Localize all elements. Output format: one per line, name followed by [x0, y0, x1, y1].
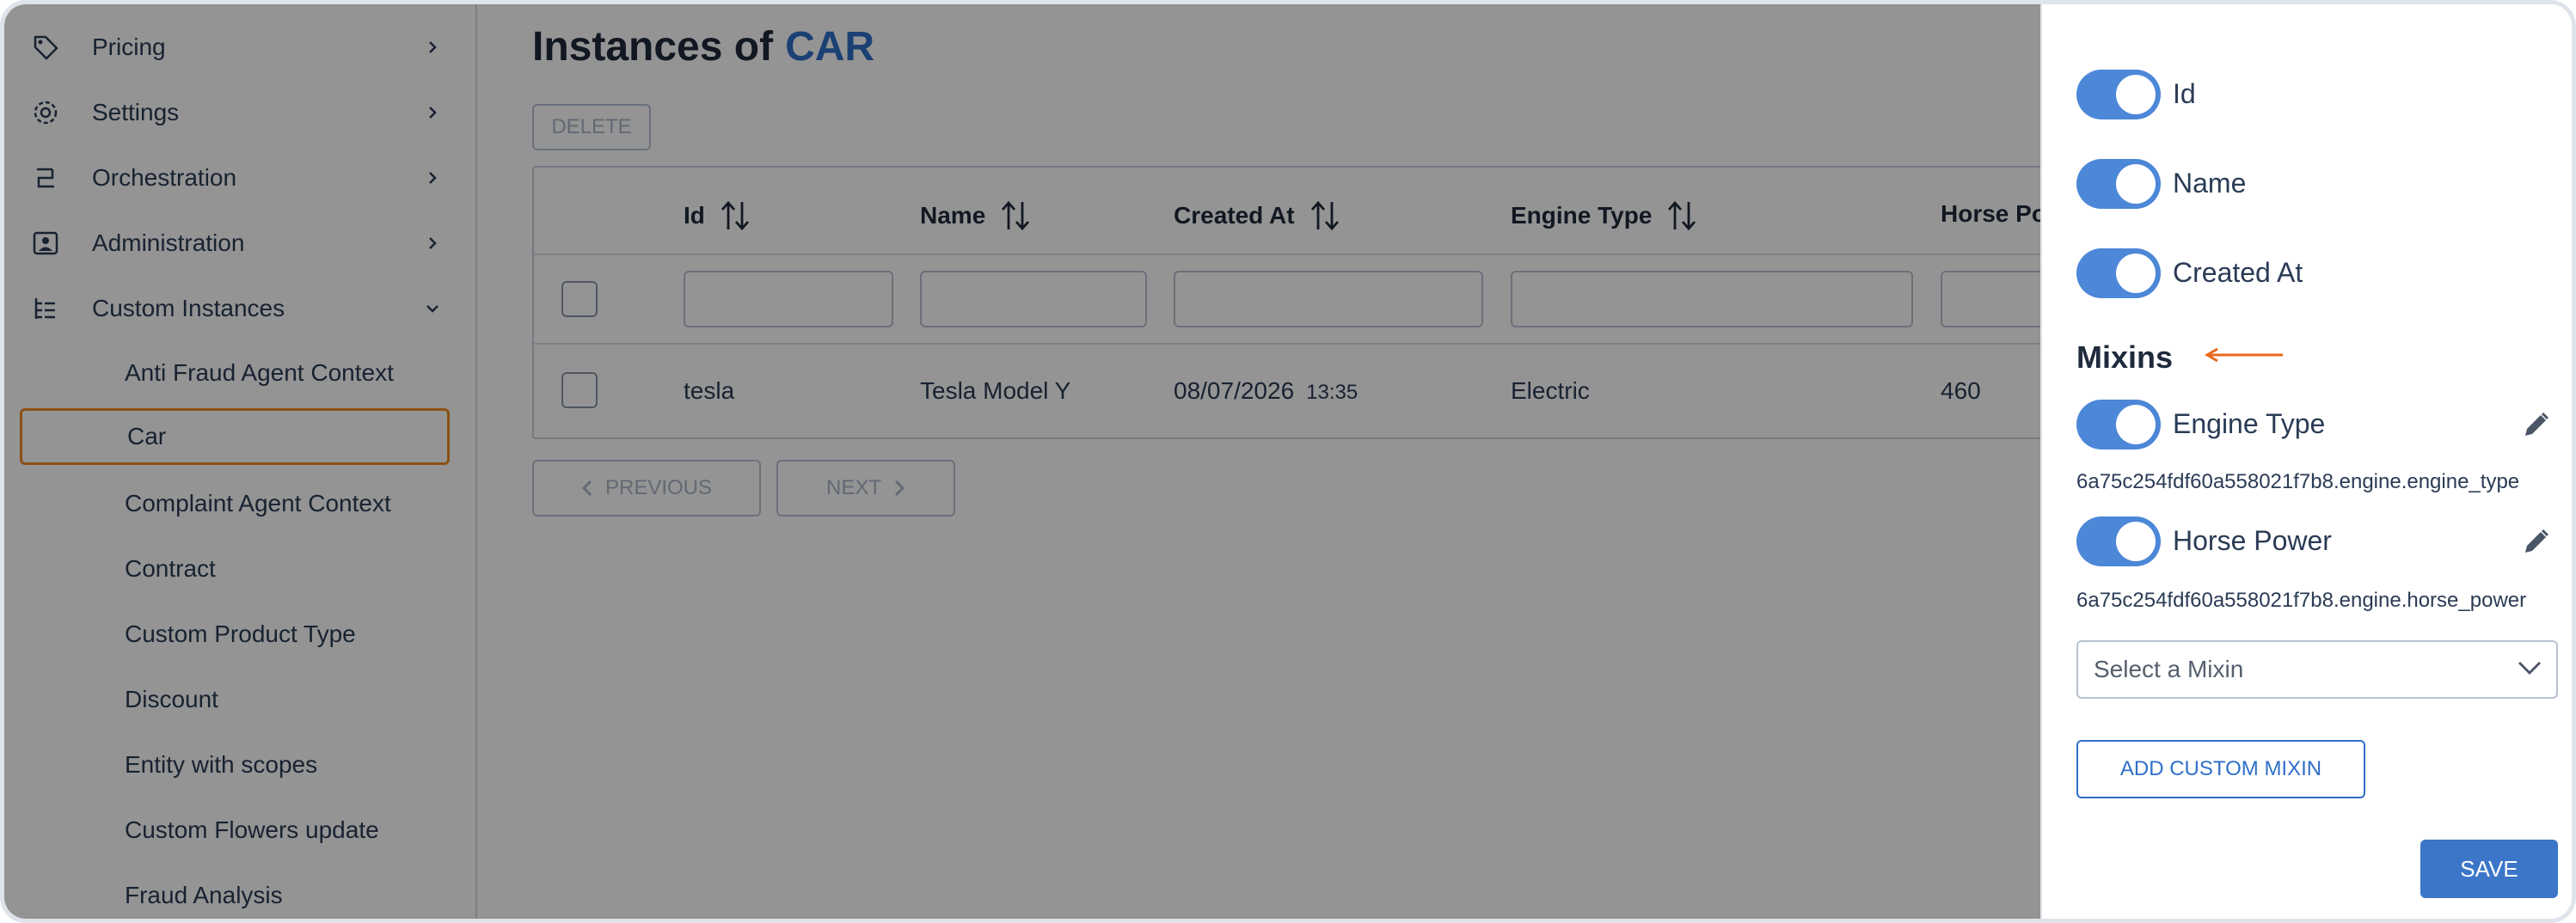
mixin-path: 6a75c254fdf60a558021f7b8.engine.engine_t…	[2076, 470, 2520, 493]
toggle-engine-type[interactable]	[2076, 400, 2161, 449]
toggle-created-at[interactable]	[2076, 248, 2161, 298]
toggle-label-created-at: Created At	[2173, 257, 2303, 288]
mixin-path: 6a75c254fdf60a558021f7b8.engine.horse_po…	[2076, 589, 2527, 612]
chevron-down-icon	[2518, 662, 2541, 675]
pencil-icon[interactable]	[2520, 527, 2551, 558]
toggle-id[interactable]	[2076, 70, 2161, 119]
app-window: Pricing Settings Orchestration Administr…	[0, 0, 2576, 923]
save-button-label: SAVE	[2460, 855, 2518, 882]
mixin-select-placeholder: Select a Mixin	[2094, 656, 2244, 682]
add-custom-mixin-button[interactable]: ADD CUSTOM MIXIN	[2076, 740, 2365, 798]
toggle-knob	[2116, 405, 2156, 444]
column-settings-panel: Id Name Created At Mixins Engine Type 6a…	[2040, 4, 2572, 919]
mixins-heading: Mixins	[2076, 339, 2174, 375]
toggle-knob	[2116, 75, 2156, 114]
mixin-select[interactable]: Select a Mixin	[2076, 640, 2558, 699]
toggle-horse-power[interactable]	[2076, 517, 2161, 566]
pencil-icon[interactable]	[2520, 410, 2551, 441]
toggle-knob	[2116, 522, 2156, 561]
toggle-label-id: Id	[2173, 78, 2196, 109]
save-button[interactable]: SAVE	[2420, 840, 2558, 898]
toggle-label-name: Name	[2173, 168, 2247, 199]
arrow-left-icon	[2205, 347, 2283, 363]
toggle-label-engine-type: Engine Type	[2173, 408, 2326, 439]
toggle-knob	[2116, 254, 2156, 293]
toggle-name[interactable]	[2076, 159, 2161, 209]
modal-backdrop[interactable]	[4, 4, 2042, 919]
add-custom-mixin-label: ADD CUSTOM MIXIN	[2119, 757, 2322, 780]
toggle-knob	[2116, 164, 2156, 204]
toggle-label-horse-power: Horse Power	[2173, 525, 2332, 556]
